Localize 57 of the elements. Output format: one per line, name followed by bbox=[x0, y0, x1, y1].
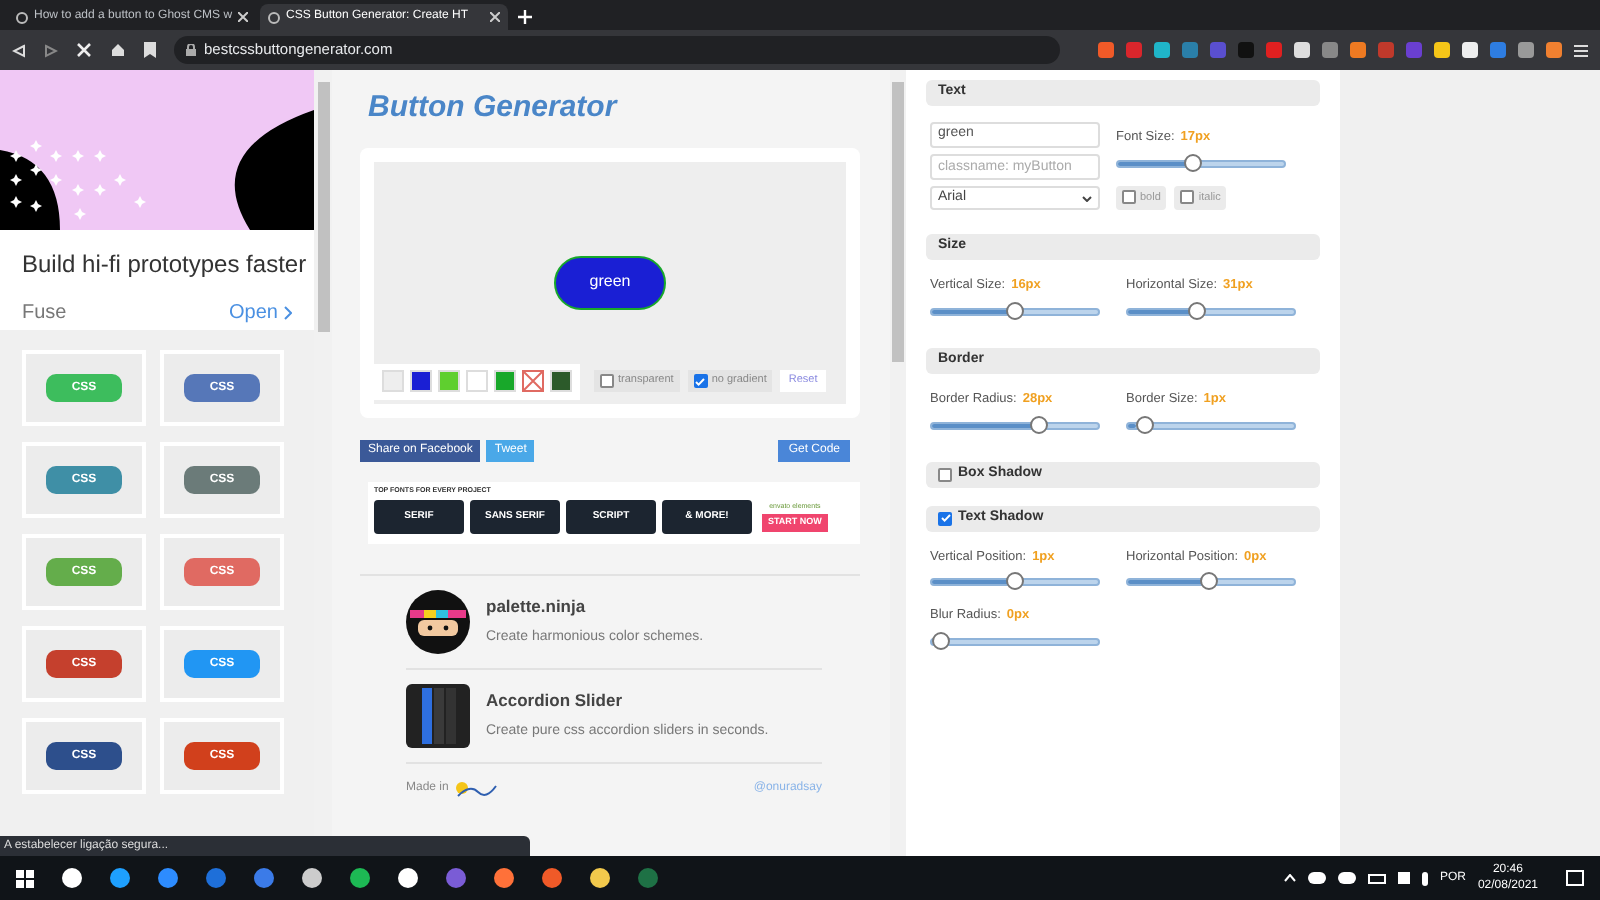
checkbox[interactable] bbox=[938, 467, 952, 481]
ad-open-link[interactable]: Open bbox=[229, 298, 292, 328]
new-tab-icon[interactable] bbox=[518, 10, 532, 24]
slider-thumb[interactable] bbox=[1200, 572, 1219, 591]
forward-icon[interactable] bbox=[44, 43, 58, 57]
checkbox[interactable] bbox=[1122, 190, 1136, 205]
chevron-icon bbox=[284, 306, 292, 320]
color-swatch[interactable] bbox=[550, 370, 572, 392]
checkbox[interactable] bbox=[1180, 190, 1195, 205]
battery-icon[interactable] bbox=[1367, 873, 1386, 883]
favicon-icon bbox=[16, 11, 28, 23]
windows-start-icon[interactable] bbox=[16, 869, 34, 887]
ad-brand: Fuse bbox=[22, 300, 67, 328]
accordion-slider-icon bbox=[406, 683, 470, 747]
bookmark-icon[interactable] bbox=[144, 42, 156, 58]
taskbar-app-icon[interactable] bbox=[494, 868, 514, 888]
slider-thumb[interactable] bbox=[1184, 153, 1203, 172]
back-icon[interactable] bbox=[12, 43, 26, 57]
taskbar-app-icon[interactable] bbox=[398, 868, 418, 888]
ninja-logo-icon bbox=[406, 589, 470, 653]
close-icon[interactable] bbox=[238, 12, 249, 22]
color-swatch[interactable] bbox=[438, 370, 460, 392]
taskbar-app-icon[interactable] bbox=[302, 868, 322, 888]
microphone-icon[interactable] bbox=[1421, 871, 1428, 885]
slider-thumb[interactable] bbox=[1187, 301, 1206, 320]
speaker-icon[interactable] bbox=[1397, 872, 1410, 884]
color-swatch[interactable] bbox=[410, 370, 432, 392]
taskbar-app-icon[interactable] bbox=[62, 868, 82, 888]
promo-title[interactable]: palette.ninja bbox=[486, 593, 704, 620]
taskbar-app-icon[interactable] bbox=[350, 868, 370, 888]
page-title: Button Generator bbox=[368, 88, 620, 128]
scrollbar[interactable] bbox=[890, 70, 906, 856]
color-swatch[interactable] bbox=[382, 370, 404, 392]
chevron-up-icon[interactable] bbox=[1283, 874, 1296, 882]
menu-icon[interactable] bbox=[1574, 43, 1588, 57]
no-color-swatch[interactable] bbox=[522, 370, 544, 392]
taskbar-app-icon[interactable] bbox=[110, 868, 130, 888]
preview-button[interactable]: green bbox=[554, 255, 666, 309]
favicon-icon bbox=[268, 11, 280, 23]
checkbox[interactable] bbox=[600, 374, 614, 388]
close-icon[interactable] bbox=[490, 12, 500, 22]
signature-logo-icon bbox=[454, 779, 499, 799]
slider-thumb[interactable] bbox=[1135, 415, 1154, 433]
notifications-icon[interactable] bbox=[1566, 870, 1584, 886]
color-swatch[interactable] bbox=[466, 370, 488, 392]
ad-headline: Build hi-fi prototypes faster bbox=[20, 248, 309, 282]
ad-banner[interactable]: Build hi-fi prototypes faster Fuse Open bbox=[0, 70, 314, 330]
chevron-icon bbox=[1082, 195, 1092, 201]
slider-thumb[interactable] bbox=[932, 632, 950, 650]
slider-thumb[interactable] bbox=[1029, 415, 1048, 433]
taskbar-app-icon[interactable] bbox=[590, 868, 610, 888]
promo-title[interactable]: Accordion Slider bbox=[486, 687, 769, 714]
home-icon[interactable] bbox=[110, 42, 126, 58]
slider-thumb[interactable] bbox=[1006, 572, 1024, 591]
color-swatch[interactable] bbox=[494, 370, 516, 392]
lock-icon bbox=[186, 44, 196, 56]
slider-thumb[interactable] bbox=[1006, 301, 1024, 320]
